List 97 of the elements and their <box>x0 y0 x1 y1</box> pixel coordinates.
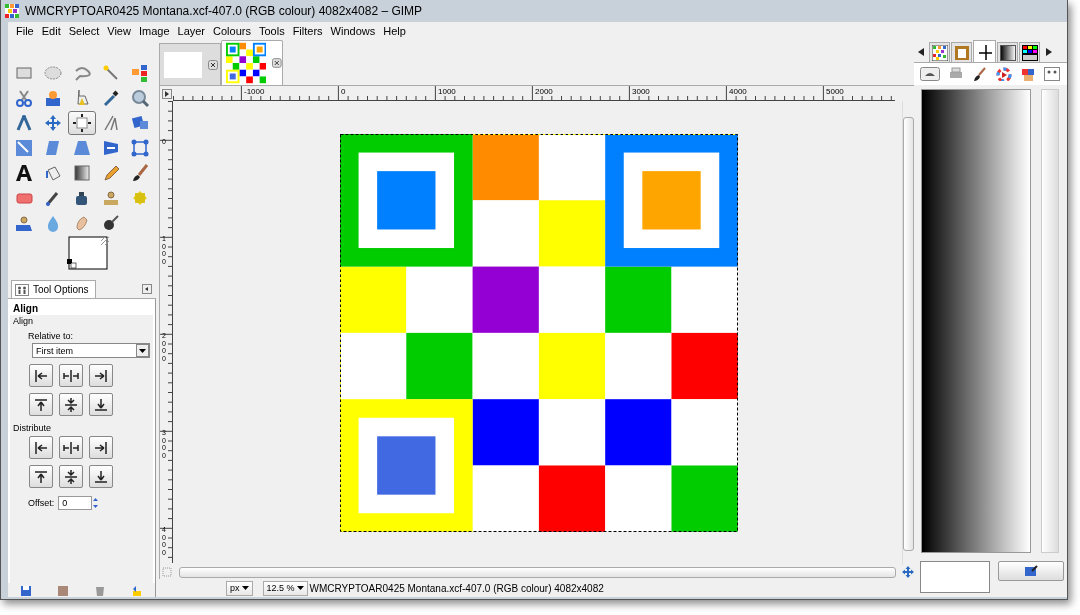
align-middle-icon <box>62 467 80 486</box>
menu-item[interactable]: Tools <box>254 25 289 37</box>
align-button[interactable] <box>89 393 113 416</box>
align-button[interactable] <box>59 465 83 488</box>
ruler-label: 1000 <box>438 88 456 96</box>
compass-icon <box>14 113 34 133</box>
app-icon <box>5 4 19 18</box>
menu-item[interactable]: Select <box>64 25 104 37</box>
spin-arrows-icon[interactable] <box>92 496 100 510</box>
offset-field[interactable]: 0 <box>58 496 93 510</box>
align-button[interactable] <box>59 364 83 387</box>
menu-item[interactable]: File <box>12 25 38 37</box>
vertical-scrollbar[interactable] <box>902 101 914 565</box>
palette-icon <box>1021 44 1038 61</box>
edit-button[interactable] <box>998 561 1064 581</box>
blank-thumbnail-icon <box>164 51 202 78</box>
dropdown-caret-icon <box>136 344 149 357</box>
navigate-icon[interactable] <box>902 566 914 578</box>
menu-item[interactable]: Image <box>134 25 174 37</box>
align-button[interactable] <box>89 465 113 488</box>
color-wheel-icon[interactable] <box>996 67 1012 81</box>
ruler-label: 4000 <box>729 88 747 96</box>
section-label: Align <box>12 315 34 326</box>
align-button[interactable] <box>29 393 53 416</box>
tool-options-icon <box>15 283 29 296</box>
ruler-label: 2000 <box>535 88 553 96</box>
field-label: Offset: <box>28 498 55 508</box>
brush-preview <box>920 561 990 593</box>
menu-item[interactable]: Layer <box>173 25 210 37</box>
save-icon[interactable] <box>20 585 33 597</box>
menu-item[interactable]: View <box>103 25 135 37</box>
pencil-icon <box>101 163 121 183</box>
align-button[interactable] <box>89 436 113 459</box>
stamp-perspective-icon <box>14 213 34 233</box>
scroll-right-icon[interactable] <box>1046 48 1052 56</box>
panel-menu-icon[interactable] <box>142 284 152 294</box>
color-blocks-icon <box>130 63 150 83</box>
menu-item[interactable]: Colours <box>209 25 255 37</box>
scissors-icon <box>14 88 34 108</box>
clipboard-icon <box>953 44 970 61</box>
align-button[interactable] <box>59 393 83 416</box>
tool-options-icon[interactable] <box>1044 67 1060 81</box>
figure-icon <box>43 88 63 108</box>
move-arrows-icon <box>43 113 63 133</box>
ruler-label: 3000 <box>632 88 650 96</box>
brush-icon[interactable] <box>972 67 988 81</box>
section-label: Distribute <box>12 422 52 433</box>
cage-icon <box>130 138 150 158</box>
gradient-swatch-icon <box>999 44 1016 61</box>
dock-tab[interactable] <box>997 42 1018 62</box>
brush-icon <box>130 163 150 183</box>
scroll-left-icon[interactable] <box>918 48 924 56</box>
trapezoid-icon <box>72 138 92 158</box>
dock-tab[interactable] <box>973 40 996 62</box>
zoom-dropdown[interactable]: 12.5 % <box>262 580 308 596</box>
align-button[interactable] <box>29 436 53 459</box>
align-button[interactable] <box>29 465 53 488</box>
image-thumbnail-icon <box>226 42 267 84</box>
menu-item[interactable]: Edit <box>37 25 65 37</box>
scale-icon <box>14 138 34 158</box>
field-label: Relative to: <box>27 330 75 341</box>
image-tab[interactable] <box>221 40 283 85</box>
close-icon[interactable] <box>272 58 282 68</box>
window-title: WMCRYPTOAR0425 Montana.xcf-407.0 (RGB colour) 4082x4082 – GIMP <box>25 4 423 18</box>
image-canvas[interactable] <box>339 134 738 532</box>
caret-icon <box>241 585 249 591</box>
color-blocks-icon[interactable] <box>1020 67 1036 81</box>
gradient-icon <box>72 163 92 183</box>
unit-dropdown[interactable]: px <box>226 580 253 596</box>
align-button[interactable] <box>59 436 83 459</box>
menu-item[interactable]: Help <box>379 25 410 37</box>
dock-tab[interactable] <box>1019 42 1040 62</box>
caret-icon <box>296 585 304 591</box>
ellipse-icon <box>43 63 63 83</box>
menu-item[interactable]: Windows <box>326 25 380 37</box>
tool-button[interactable] <box>68 111 96 135</box>
status-text: WMCRYPTOAR0425 Montana.xcf-407.0 (RGB colour) 4082x4082 <box>309 582 604 594</box>
swap-colors-icon[interactable] <box>100 236 110 246</box>
ruler-label: -1000 <box>244 88 265 96</box>
align-middle-icon <box>62 395 80 414</box>
tool-options-tab[interactable]: Tool Options <box>11 280 96 298</box>
ruler-label: 5000 <box>826 88 844 96</box>
close-icon[interactable] <box>208 59 218 70</box>
menu-arrow-icon[interactable] <box>161 88 172 99</box>
edit-icon <box>1024 565 1038 577</box>
stamp-icon <box>101 188 121 208</box>
eyedropper-icon <box>101 88 121 108</box>
ruler-label: 0 <box>341 88 346 96</box>
dodge-icon <box>101 213 121 233</box>
magnifier-icon <box>130 88 150 108</box>
menu-item[interactable]: Filters <box>288 25 327 37</box>
printer-icon[interactable] <box>948 67 964 81</box>
letter-icon <box>14 163 34 183</box>
align-icon <box>72 113 92 133</box>
align-button[interactable] <box>89 364 113 387</box>
align-button[interactable] <box>29 364 53 387</box>
relative-to-dropdown[interactable]: First item <box>32 343 150 358</box>
